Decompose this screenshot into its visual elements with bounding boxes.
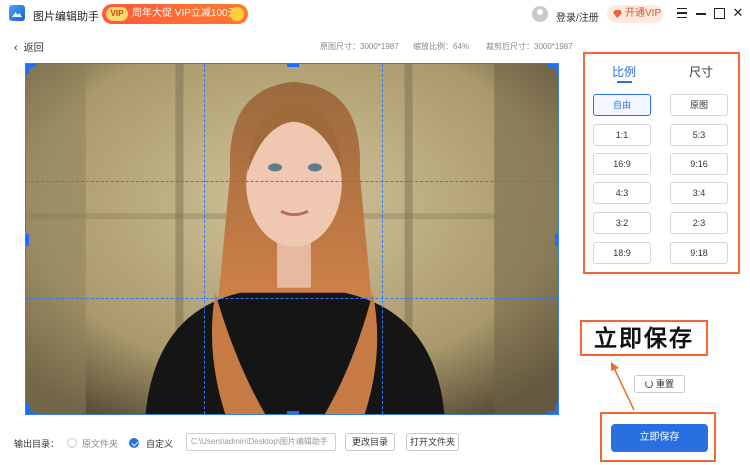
original-size: 原图尺寸：3000*1987 <box>320 42 399 51</box>
tab-ratio[interactable]: 比例 <box>612 63 636 80</box>
save-annotation-label: 立即保存 <box>580 320 708 356</box>
open-folder-button[interactable]: 打开文件夹 <box>406 433 459 451</box>
crop-handle[interactable] <box>555 64 558 74</box>
crop-handle[interactable] <box>555 404 558 414</box>
login-link[interactable]: 登录/注册 <box>556 9 599 24</box>
coin-icon <box>230 7 244 21</box>
radio-custom[interactable] <box>129 438 139 448</box>
title-bar: 图片编辑助手 VIP 周年大促 VIP立减100元 登录/注册 开通VIP ✕ <box>0 0 750 28</box>
tab-indicator <box>617 81 632 83</box>
crop-handle[interactable] <box>26 404 29 414</box>
grid-line <box>26 298 558 299</box>
back-label: 返回 <box>23 43 44 54</box>
crop-handle[interactable] <box>287 411 299 414</box>
image-canvas[interactable] <box>25 63 559 415</box>
rotate-icon <box>644 380 653 388</box>
maximize-icon[interactable] <box>712 6 726 20</box>
ratio-18-9-button[interactable]: 18:9 <box>593 242 651 264</box>
portrait-photo <box>26 64 558 414</box>
output-path-field[interactable]: C:\Users\admin\Desktop\图片编辑助手 <box>186 433 336 451</box>
output-dir-label: 输出目录： <box>14 439 60 449</box>
ratio-16-9-button[interactable]: 16:9 <box>593 153 651 175</box>
radio-original-folder-label: 原文件夹 <box>82 439 119 449</box>
open-vip-button[interactable]: 开通VIP <box>607 5 663 23</box>
save-button[interactable]: 立即保存 <box>611 424 708 452</box>
reset-label: 重置 <box>655 379 674 389</box>
ratio-3-4-button[interactable]: 3:4 <box>670 182 728 204</box>
crop-handle[interactable] <box>26 64 29 74</box>
radio-original-folder[interactable] <box>67 438 77 448</box>
app-logo-icon <box>9 5 25 21</box>
back-button[interactable]: ‹ 返回 <box>14 39 44 54</box>
ratio-4-3-button[interactable]: 4:3 <box>593 182 651 204</box>
chevron-left-icon: ‹ <box>14 42 18 54</box>
grid-line <box>26 181 558 182</box>
ratio-3-2-button[interactable]: 3:2 <box>593 212 651 234</box>
ratio-1-1-button[interactable]: 1:1 <box>593 124 651 146</box>
grid-line <box>382 64 383 414</box>
zoom-level: 缩放比例：64% <box>413 42 470 51</box>
avatar[interactable] <box>532 6 548 22</box>
crop-handle[interactable] <box>287 64 299 67</box>
radio-custom-label: 自定义 <box>146 439 174 449</box>
promo-banner[interactable]: VIP 周年大促 VIP立减100元 <box>102 4 248 24</box>
grid-line <box>204 64 205 414</box>
ratio-5-3-button[interactable]: 5:3 <box>670 124 728 146</box>
minimize-icon[interactable] <box>694 6 708 20</box>
ratio-original-button[interactable]: 原图 <box>670 94 728 116</box>
menu-icon[interactable] <box>675 6 689 20</box>
cropped-size: 裁剪后尺寸：3000*1987 <box>486 42 573 51</box>
close-icon[interactable]: ✕ <box>731 6 745 20</box>
crop-handle[interactable] <box>26 234 29 246</box>
ratio-free-button[interactable]: 自由 <box>593 94 651 116</box>
change-dir-button[interactable]: 更改目录 <box>345 433 395 451</box>
diamond-icon <box>613 10 622 18</box>
reset-button[interactable]: 重置 <box>634 375 685 393</box>
ratio-9-16-button[interactable]: 9:16 <box>670 153 728 175</box>
ratio-9-18-button[interactable]: 9:18 <box>670 242 728 264</box>
ratio-2-3-button[interactable]: 2:3 <box>670 212 728 234</box>
crop-options-panel: 比例 尺寸 自由 原图 1:1 5:3 16:9 9:16 4:3 3:4 3:… <box>583 52 740 274</box>
vip-badge: VIP <box>106 7 128 21</box>
tab-size[interactable]: 尺寸 <box>689 63 713 80</box>
open-vip-label: 开通VIP <box>625 8 662 19</box>
crop-handle[interactable] <box>555 234 558 246</box>
promo-text: 周年大促 VIP立减100元 <box>132 8 238 19</box>
app-title: 图片编辑助手 <box>33 11 99 23</box>
